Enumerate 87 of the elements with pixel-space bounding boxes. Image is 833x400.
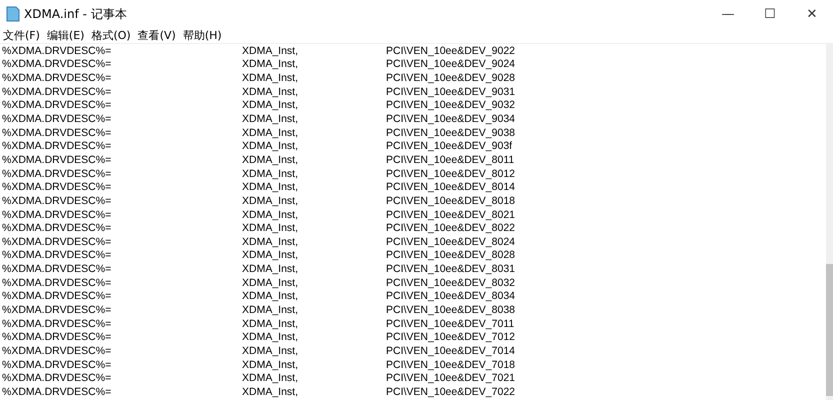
text-line-hardware-id: PCI\VEN_10ee&DEV_8021 — [386, 208, 515, 220]
text-line-hardware-id: PCI\VEN_10ee&DEV_8034 — [386, 290, 515, 302]
text-line-key: %XDMA.DRVDESC%= — [0, 113, 242, 126]
text-line-hardware-id: PCI\VEN_10ee&DEV_7022 — [386, 386, 515, 398]
text-line-section: XDMA_Inst, — [242, 331, 386, 344]
text-line-hardware-id: PCI\VEN_10ee&DEV_7018 — [386, 358, 515, 371]
text-line-section: XDMA_Inst, — [242, 181, 386, 194]
text-line-hardware-id: PCI\VEN_10ee&DEV_9034 — [386, 113, 515, 126]
text-line-section: XDMA_Inst, — [242, 58, 386, 70]
menu-item[interactable]: 编辑(E) — [46, 28, 84, 43]
text-line-section: XDMA_Inst, — [242, 86, 386, 98]
window-title: XDMA.inf - 记事本 — [24, 6, 127, 22]
text-line-hardware-id: PCI\VEN_10ee&DEV_7011 — [386, 318, 514, 330]
text-line-hardware-id: PCI\VEN_10ee&DEV_8018 — [386, 194, 515, 207]
text-line-hardware-id: PCI\VEN_10ee&DEV_8028 — [386, 249, 515, 262]
menu-item[interactable]: 查看(V) — [138, 28, 176, 43]
text-line-section: XDMA_Inst, — [242, 304, 386, 316]
text-line-key: %XDMA.DRVDESC%= — [0, 290, 242, 302]
text-line-hardware-id: PCI\VEN_10ee&DEV_9032 — [386, 99, 515, 112]
text-line-key: %XDMA.DRVDESC%= — [0, 276, 242, 289]
menu-item[interactable]: 文件(F) — [3, 28, 40, 43]
text-line-section: XDMA_Inst, — [242, 194, 386, 207]
menu-item[interactable]: 帮助(H) — [182, 28, 222, 43]
text-line-section: XDMA_Inst, — [242, 318, 386, 330]
scrollbar-thumb[interactable] — [826, 264, 833, 396]
text-line-section: XDMA_Inst, — [242, 44, 386, 57]
text-line-key: %XDMA.DRVDESC%= — [0, 318, 242, 330]
text-line-key: %XDMA.DRVDESC%= — [0, 99, 242, 112]
text-line-key: %XDMA.DRVDESC%= — [0, 358, 242, 371]
text-line-key: %XDMA.DRVDESC%= — [0, 331, 242, 344]
text-line-hardware-id: PCI\VEN_10ee&DEV_8031 — [386, 263, 515, 276]
text-line-key: %XDMA.DRVDESC%= — [0, 126, 242, 139]
text-line-hardware-id: PCI\VEN_10ee&DEV_8038 — [386, 304, 515, 316]
text-line-hardware-id: PCI\VEN_10ee&DEV_9028 — [386, 72, 515, 84]
text-line-hardware-id: PCI\VEN_10ee&DEV_9022 — [386, 44, 515, 57]
text-line-hardware-id: PCI\VEN_10ee&DEV_9038 — [386, 126, 515, 139]
text-line-section: XDMA_Inst, — [242, 276, 386, 289]
text-line-section: XDMA_Inst, — [242, 386, 386, 398]
text-line-hardware-id: PCI\VEN_10ee&DEV_8014 — [386, 181, 515, 194]
text-line-hardware-id: PCI\VEN_10ee&DEV_8012 — [386, 168, 515, 180]
text-line-section: XDMA_Inst, — [242, 372, 386, 384]
text-line-section: XDMA_Inst, — [242, 222, 386, 234]
text-line-section: XDMA_Inst, — [242, 208, 386, 220]
text-line-hardware-id: PCI\VEN_10ee&DEV_8011 — [386, 154, 514, 166]
text-line-hardware-id: PCI\VEN_10ee&DEV_9024 — [386, 58, 515, 70]
text-line-section: XDMA_Inst, — [242, 113, 386, 126]
text-line-key: %XDMA.DRVDESC%= — [0, 58, 242, 70]
text-line-key: %XDMA.DRVDESC%= — [0, 236, 242, 248]
text-line-section: XDMA_Inst, — [242, 99, 386, 112]
text-line-hardware-id: PCI\VEN_10ee&DEV_7021 — [386, 372, 515, 384]
text-line-section: XDMA_Inst, — [242, 344, 386, 357]
text-line-key: %XDMA.DRVDESC%= — [0, 304, 242, 316]
text-line-section: XDMA_Inst, — [242, 126, 386, 139]
text-line-section: XDMA_Inst, — [242, 140, 386, 152]
text-line-key: %XDMA.DRVDESC%= — [0, 194, 242, 207]
text-line-key: %XDMA.DRVDESC%= — [0, 208, 242, 220]
text-line-hardware-id: PCI\VEN_10ee&DEV_9031 — [386, 86, 515, 98]
text-line-hardware-id: PCI\VEN_10ee&DEV_7014 — [386, 344, 515, 357]
text-line-key: %XDMA.DRVDESC%= — [0, 86, 242, 98]
text-line-section: XDMA_Inst, — [242, 263, 386, 276]
text-line-hardware-id: PCI\VEN_10ee&DEV_8032 — [386, 276, 515, 289]
text-line-key: %XDMA.DRVDESC%= — [0, 372, 242, 384]
text-line-section: XDMA_Inst, — [242, 249, 386, 262]
text-line-section: XDMA_Inst, — [242, 168, 386, 180]
text-line-key: %XDMA.DRVDESC%= — [0, 222, 242, 234]
text-line-section: XDMA_Inst, — [242, 72, 386, 84]
text-line-key: %XDMA.DRVDESC%= — [0, 249, 242, 262]
text-line-hardware-id: PCI\VEN_10ee&DEV_8022 — [386, 222, 515, 234]
text-line-key: %XDMA.DRVDESC%= — [0, 72, 242, 84]
text-line-key: %XDMA.DRVDESC%= — [0, 181, 242, 194]
text-line-section: XDMA_Inst, — [242, 236, 386, 248]
text-line-hardware-id: PCI\VEN_10ee&DEV_7012 — [386, 331, 515, 344]
text-line-key: %XDMA.DRVDESC%= — [0, 263, 242, 276]
text-line-key: %XDMA.DRVDESC%= — [0, 154, 242, 166]
text-line-key: %XDMA.DRVDESC%= — [0, 140, 242, 152]
scrollbar[interactable] — [826, 44, 833, 400]
text-line-section: XDMA_Inst, — [242, 290, 386, 302]
text-line-key: %XDMA.DRVDESC%= — [0, 168, 242, 180]
text-line-key: %XDMA.DRVDESC%= — [0, 344, 242, 357]
text-line-section: XDMA_Inst, — [242, 358, 386, 371]
notepad-icon — [6, 6, 20, 22]
menu-item[interactable]: 格式(O) — [91, 28, 131, 43]
text-line-key: %XDMA.DRVDESC%= — [0, 44, 242, 57]
text-line-key: %XDMA.DRVDESC%= — [0, 386, 242, 398]
text-line-hardware-id: PCI\VEN_10ee&DEV_903f — [386, 140, 512, 152]
text-line-hardware-id: PCI\VEN_10ee&DEV_8024 — [386, 236, 515, 248]
text-line-section: XDMA_Inst, — [242, 154, 386, 166]
